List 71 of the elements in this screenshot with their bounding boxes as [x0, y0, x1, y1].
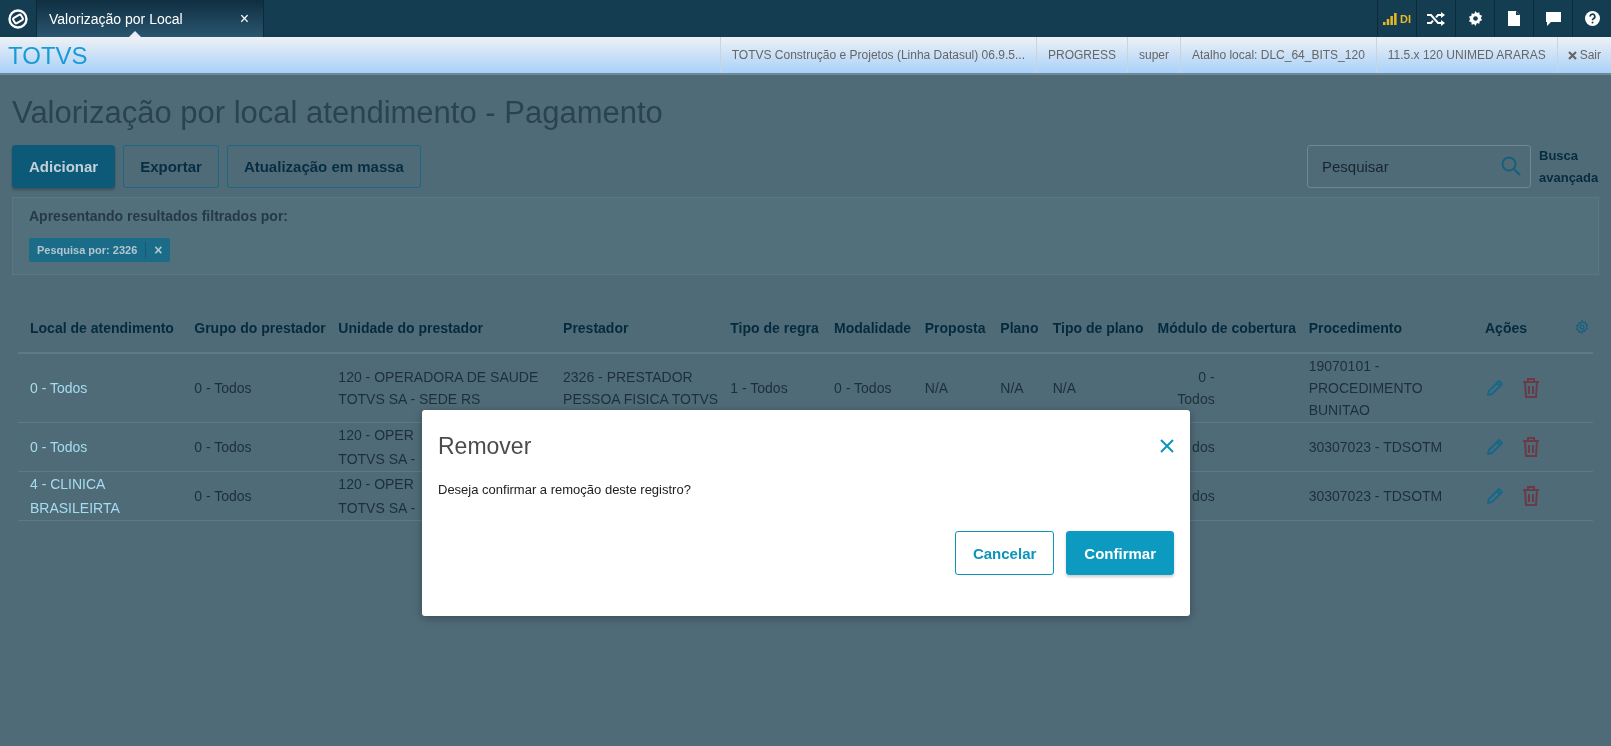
column-header[interactable]: Módulo de cobertura	[1157, 320, 1296, 336]
chip-remove-button[interactable]: ×	[145, 242, 171, 258]
column-header[interactable]: Tipo de plano	[1052, 320, 1144, 336]
session-info: 11.5.x 120 UNIMED ARARAS	[1375, 37, 1557, 73]
signal-icon	[1383, 12, 1397, 25]
logo-icon[interactable]	[8, 8, 28, 29]
document-icon[interactable]	[1508, 11, 1520, 26]
table-cell: 120 - OPERADORA DE SAUDE TOTVS SA - SEDE RS	[338, 369, 539, 407]
session-info: PROGRESS	[1036, 37, 1127, 73]
close-icon	[1567, 50, 1577, 60]
action-button[interactable]: Adicionar	[12, 145, 116, 188]
table-cell: 120 - OPER TOTVS SA -	[338, 476, 416, 516]
session-info: TOTVS Construção e Projetos (Linha Datasul) 06.9.5...	[719, 37, 1036, 73]
table-cell: 30307023 - TDSOTM	[1308, 439, 1443, 455]
dialog-button[interactable]: Cancelar	[954, 531, 1055, 575]
session-info: super	[1127, 37, 1181, 73]
edit-icon[interactable]	[1485, 486, 1505, 506]
table-cell: N/A	[1000, 380, 1024, 396]
column-header[interactable]: Local de atendimento	[30, 320, 174, 336]
action-button[interactable]: Exportar	[123, 145, 219, 188]
delete-icon[interactable]	[1522, 378, 1540, 398]
session-info: Atalho local: DLC_64_BITS_120	[1180, 37, 1376, 73]
logout-button[interactable]: Sair	[1556, 37, 1611, 73]
dialog-button[interactable]: Confirmar	[1066, 531, 1174, 575]
tab-title[interactable]: Valorização por Local	[49, 10, 183, 27]
signal-label: DI	[1400, 12, 1411, 25]
table-cell: 0 - Todos	[1177, 369, 1215, 407]
edit-icon[interactable]	[1485, 437, 1505, 457]
table-cell: 1 - Todos	[730, 380, 788, 396]
table-cell: 19070101 - PROCEDIMENTO BUNITAO	[1308, 358, 1423, 418]
chip-label: Pesquisa por: 2326	[36, 244, 139, 256]
table-cell: N/A	[1052, 380, 1077, 396]
tab-close-button[interactable]: ×	[239, 9, 249, 28]
settings-icon[interactable]	[1467, 11, 1483, 26]
delete-icon[interactable]	[1522, 486, 1540, 506]
column-header[interactable]: Tipo de regra	[730, 320, 819, 336]
search-field[interactable]: Pesquisar	[1307, 145, 1531, 188]
advanced-search-link[interactable]: Busca avançada	[1539, 145, 1601, 189]
column-header[interactable]: Prestador	[563, 320, 629, 336]
dialog-title: Remover	[438, 432, 532, 460]
column-header[interactable]: Proposta	[924, 320, 986, 336]
column-header[interactable]: Grupo do prestador	[194, 320, 326, 336]
delete-icon[interactable]	[1522, 437, 1540, 457]
table-cell: 0 - Todos	[194, 439, 252, 455]
table-cell: 120 - OPER TOTVS SA -	[338, 427, 416, 467]
table-cell: 2326 - PRESTADOR PESSOA FISICA TOTVS	[563, 369, 719, 407]
column-header[interactable]: Ações	[1485, 320, 1528, 336]
column-header[interactable]: Plano	[1000, 320, 1039, 336]
help-icon[interactable]	[1584, 11, 1600, 26]
location-link[interactable]: 0 - Todos	[30, 377, 88, 399]
location-link[interactable]: 4 - CLINICA BRASILEIRTA	[30, 472, 120, 520]
app-tab[interactable]: Valorização por Local ×	[37, 0, 264, 37]
table-cell: N/A	[924, 380, 949, 396]
chat-icon[interactable]	[1545, 11, 1561, 26]
column-header[interactable]: Modalidade	[834, 320, 912, 336]
table-cell: 0 - Todos	[194, 488, 252, 504]
edit-icon[interactable]	[1485, 378, 1505, 398]
shuffle-icon[interactable]	[1427, 11, 1445, 26]
search-icon[interactable]	[1501, 156, 1521, 176]
table-cell: dos	[1192, 439, 1215, 455]
close-icon[interactable]	[1160, 439, 1174, 453]
table-cell: dos	[1192, 488, 1215, 504]
table-cell: 30307023 - TDSOTM	[1308, 488, 1443, 504]
table-cell: 0 - Todos	[194, 380, 252, 396]
brand-name: TOTVS	[7, 41, 89, 71]
column-header[interactable]: Unidade do prestador	[338, 320, 484, 336]
table-cell: 0 - Todos	[834, 380, 892, 396]
dialog-message: Deseja confirmar a remoção deste registro?	[438, 482, 692, 499]
column-header[interactable]: Procedimento	[1308, 320, 1403, 336]
location-link[interactable]: 0 - Todos	[30, 435, 88, 459]
action-button[interactable]: Atualização em massa	[226, 145, 421, 188]
